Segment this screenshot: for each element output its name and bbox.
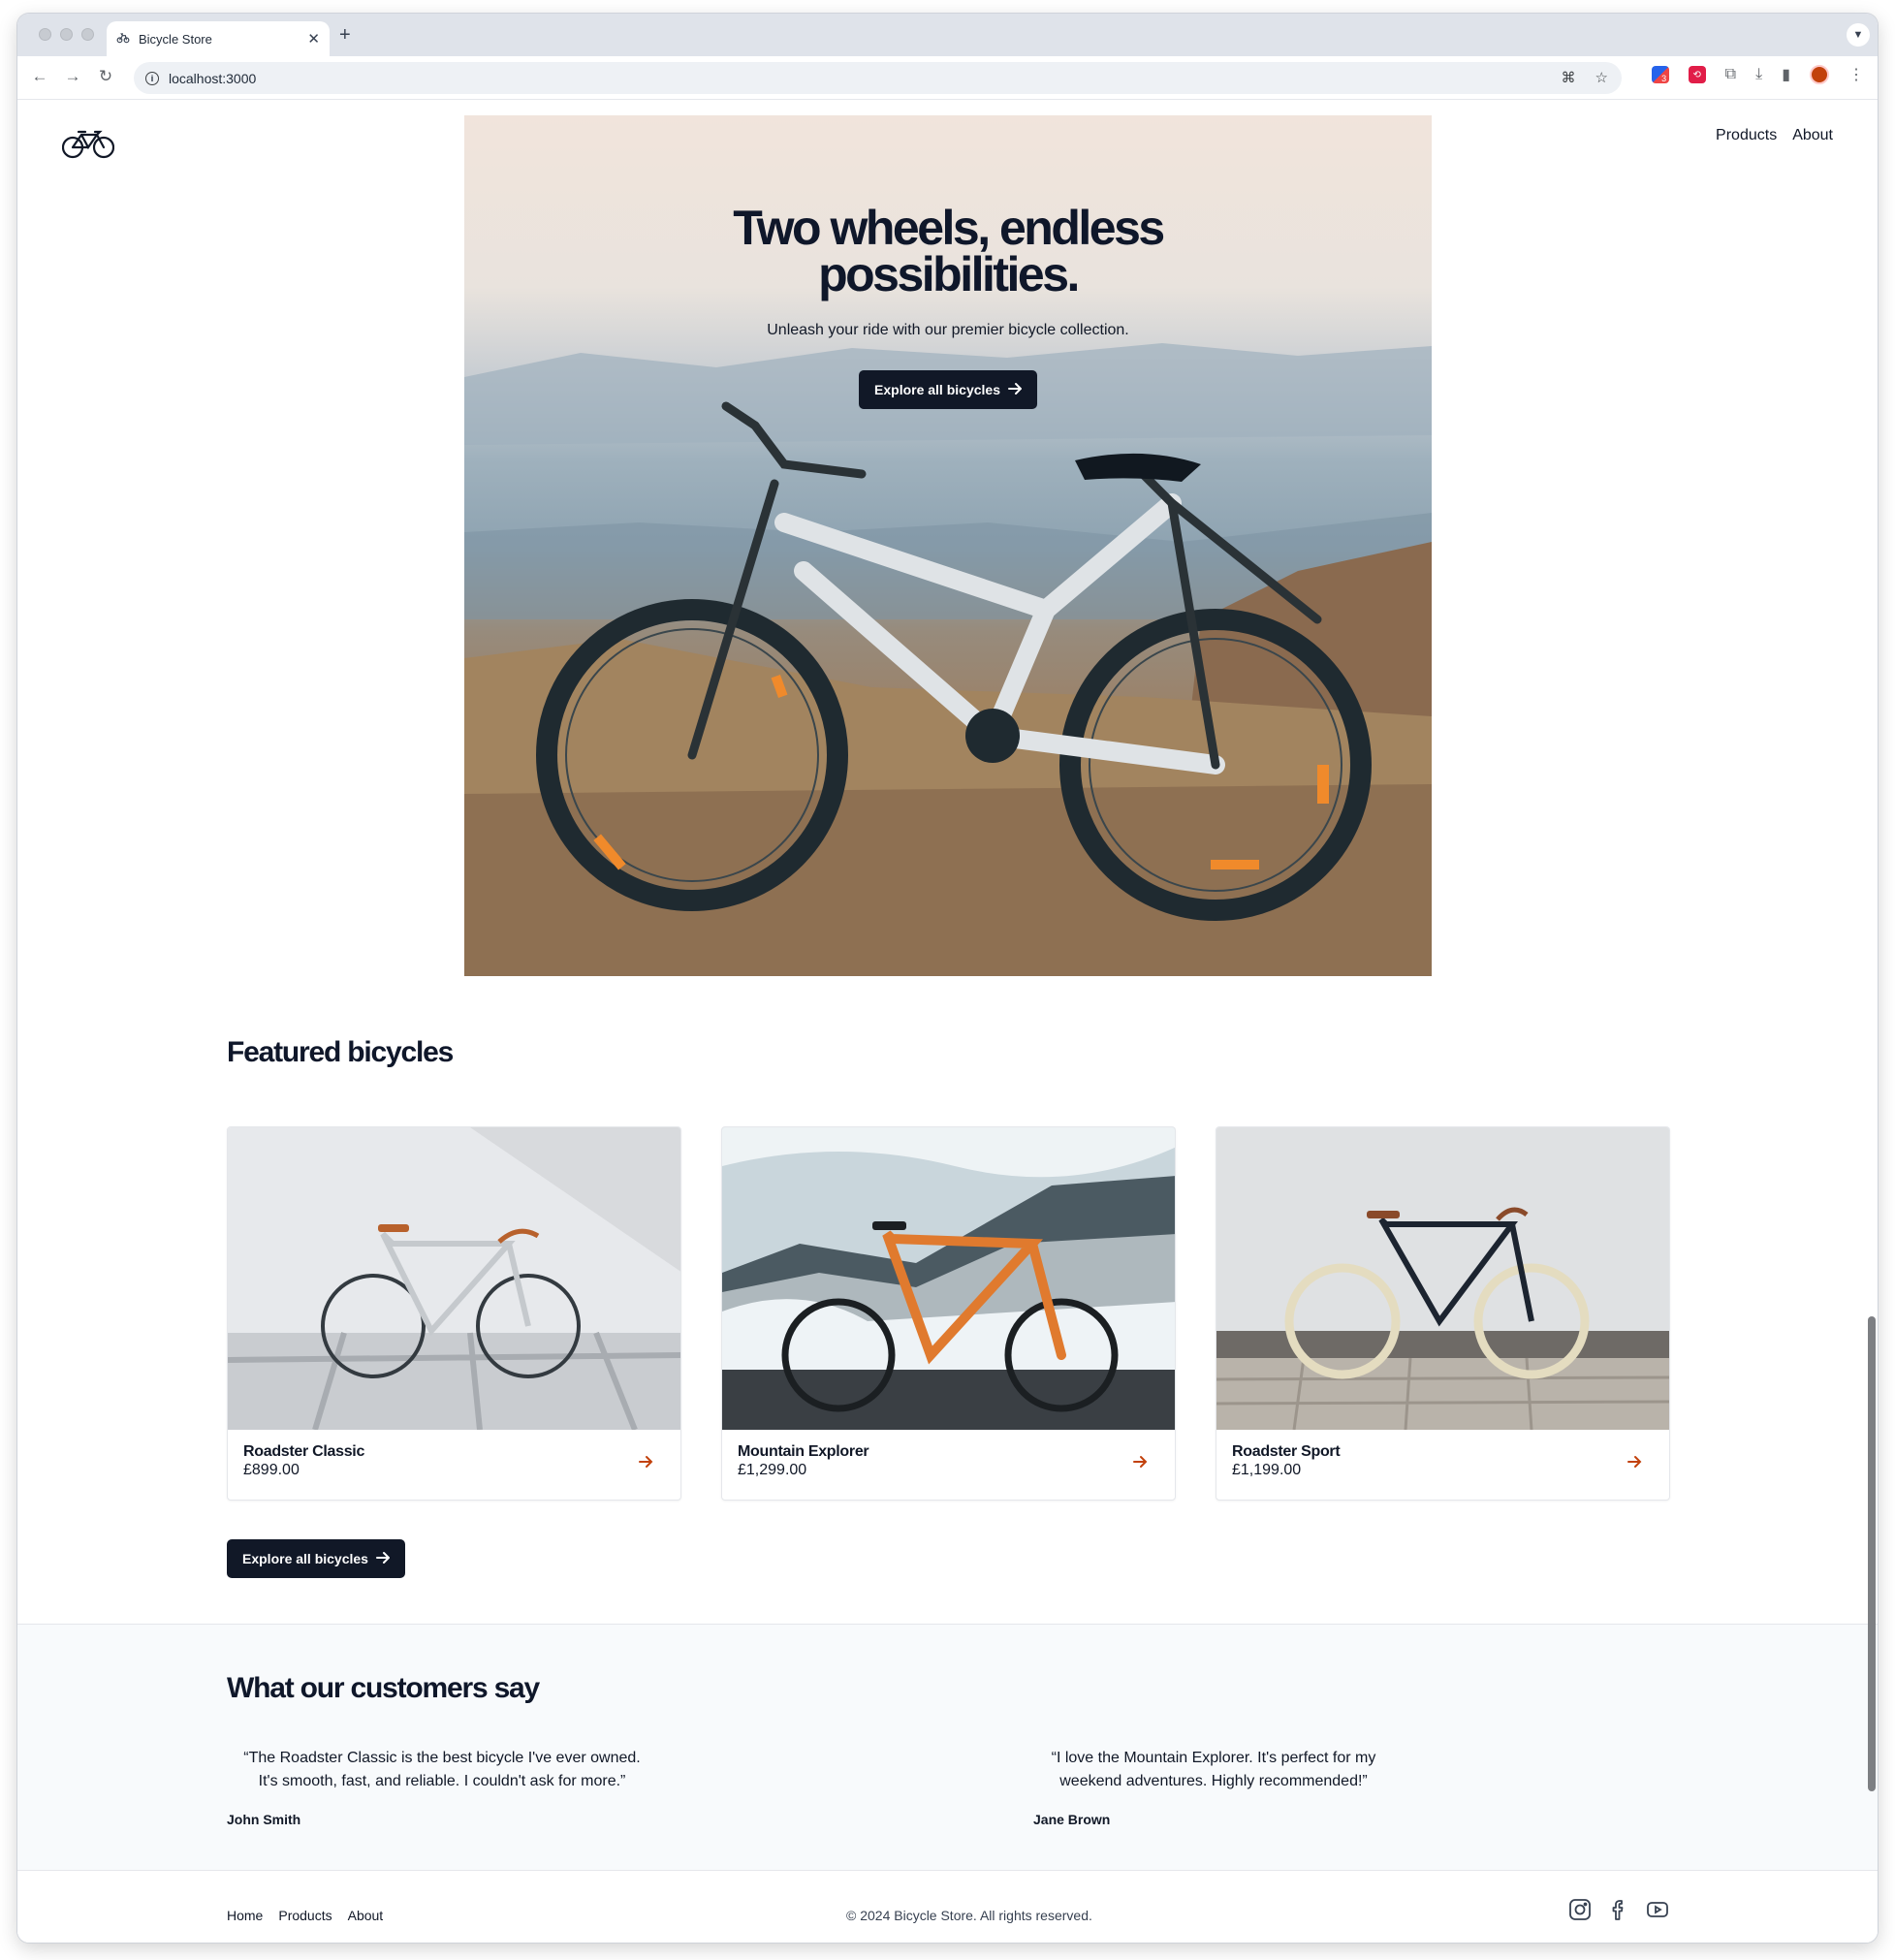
nav-about-link[interactable]: About bbox=[1792, 127, 1833, 144]
product-card[interactable]: Roadster Classic £899.00 bbox=[227, 1126, 681, 1501]
extension-icon[interactable]: 3 bbox=[1651, 66, 1669, 83]
bookmark-star-icon[interactable]: ☆ bbox=[1595, 69, 1608, 86]
translate-icon[interactable]: ⌘ bbox=[1562, 69, 1576, 86]
testimonials-section: What our customers say “The Roadster Cla… bbox=[17, 1624, 1878, 1870]
forward-arrow-icon[interactable]: → bbox=[62, 67, 83, 86]
arrow-right-icon bbox=[1007, 382, 1023, 398]
copyright-text: © 2024 Bicycle Store. All rights reserve… bbox=[846, 1908, 1092, 1923]
featured-explore-button[interactable]: Explore all bicycles bbox=[227, 1539, 405, 1578]
footer-about-link[interactable]: About bbox=[348, 1908, 384, 1923]
tab-bar: Bicycle Store ✕ + ▼ bbox=[17, 14, 1878, 56]
extension-area: 3 ⟲ ⧉ ⤓ ▮ ⋮ bbox=[1651, 65, 1864, 84]
product-price: £1,299.00 bbox=[738, 1462, 807, 1478]
back-arrow-icon[interactable]: ← bbox=[29, 67, 50, 86]
arrow-right-icon[interactable] bbox=[1133, 1455, 1148, 1473]
quote-line: weekend adventures. Highly recommended!” bbox=[1059, 1773, 1368, 1789]
site-footer: Home Products About © 2024 Bicycle Store… bbox=[17, 1870, 1878, 1943]
hero-explore-button[interactable]: Explore all bicycles bbox=[859, 370, 1037, 409]
sidepanel-icon[interactable]: ▮ bbox=[1782, 65, 1790, 84]
kebab-menu-icon[interactable]: ⋮ bbox=[1848, 65, 1864, 84]
hero-subtitle: Unleash your ride with our premier bicyc… bbox=[767, 322, 1129, 338]
close-tab-icon[interactable]: ✕ bbox=[307, 30, 320, 47]
browser-tab[interactable]: Bicycle Store ✕ bbox=[107, 21, 330, 56]
url-text: localhost:3000 bbox=[169, 70, 257, 86]
product-price: £899.00 bbox=[243, 1462, 300, 1478]
arrow-right-icon bbox=[375, 1551, 391, 1567]
product-name: Roadster Sport bbox=[1232, 1443, 1341, 1460]
browser-toolbar: ← → ↻ i localhost:3000 ⌘ ☆ 3 ⟲ ⧉ ⤓ ▮ ⋮ bbox=[17, 56, 1878, 100]
page-scrollbar[interactable] bbox=[1868, 1316, 1876, 1791]
product-card[interactable]: Roadster Sport £1,199.00 bbox=[1216, 1126, 1670, 1501]
extension-2-icon[interactable]: ⟲ bbox=[1688, 66, 1706, 83]
tab-search-chevron-icon[interactable]: ▼ bbox=[1847, 23, 1870, 47]
quote-line: “The Roadster Classic is the best bicycl… bbox=[243, 1750, 641, 1766]
testimonials-heading: What our customers say bbox=[227, 1672, 540, 1704]
product-image bbox=[1216, 1127, 1669, 1430]
arrow-right-icon[interactable] bbox=[639, 1455, 653, 1473]
browser-window: Bicycle Store ✕ + ▼ ← → ↻ i localhost:30… bbox=[17, 14, 1878, 1943]
puzzle-extensions-icon[interactable]: ⧉ bbox=[1725, 66, 1736, 83]
product-info: Roadster Classic £899.00 bbox=[228, 1430, 680, 1500]
testimonial-quote: “The Roadster Classic is the best bicycl… bbox=[219, 1747, 665, 1793]
featured-product-list: Roadster Classic £899.00 Mountain Explor… bbox=[227, 1126, 1670, 1501]
product-info: Roadster Sport £1,199.00 bbox=[1216, 1430, 1669, 1500]
page-viewport: Products About Two wheels, endless possi… bbox=[17, 100, 1878, 1943]
featured-heading: Featured bicycles bbox=[227, 1036, 454, 1068]
featured-explore-label: Explore all bicycles bbox=[242, 1551, 368, 1566]
product-name: Mountain Explorer bbox=[738, 1443, 869, 1460]
site-info-icon[interactable]: i bbox=[145, 71, 159, 85]
quote-line: It's smooth, fast, and reliable. I could… bbox=[258, 1773, 626, 1789]
close-window-button[interactable] bbox=[39, 28, 51, 41]
product-info: Mountain Explorer £1,299.00 bbox=[722, 1430, 1175, 1500]
product-image bbox=[722, 1127, 1175, 1430]
profile-avatar[interactable] bbox=[1810, 65, 1829, 84]
quote-line: “I love the Mountain Explorer. It's perf… bbox=[1051, 1750, 1376, 1766]
instagram-icon[interactable] bbox=[1568, 1898, 1592, 1926]
new-tab-button[interactable]: + bbox=[339, 24, 351, 47]
download-icon[interactable]: ⤓ bbox=[1755, 66, 1762, 83]
product-image bbox=[228, 1127, 680, 1430]
footer-nav: Home Products About bbox=[227, 1908, 383, 1923]
bicycle-icon bbox=[116, 31, 130, 47]
footer-home-link[interactable]: Home bbox=[227, 1908, 263, 1923]
reload-icon[interactable]: ↻ bbox=[95, 67, 116, 86]
main-nav: Products About bbox=[1716, 127, 1833, 144]
arrow-right-icon[interactable] bbox=[1627, 1455, 1642, 1473]
tab-title: Bicycle Store bbox=[139, 31, 212, 47]
testimonial-author: John Smith bbox=[227, 1812, 301, 1827]
hero-title-line2: possibilities. bbox=[818, 247, 1080, 301]
social-links bbox=[1568, 1898, 1669, 1926]
bicycle-logo-icon[interactable] bbox=[61, 127, 115, 165]
maximize-window-button[interactable] bbox=[81, 28, 94, 41]
address-bar[interactable]: i localhost:3000 ⌘ ☆ bbox=[134, 62, 1622, 94]
window-controls bbox=[39, 28, 94, 41]
testimonial-author: Jane Brown bbox=[1033, 1812, 1111, 1827]
hero-section: Two wheels, endless possibilities. Unlea… bbox=[464, 115, 1432, 976]
youtube-icon[interactable] bbox=[1646, 1898, 1669, 1926]
hero-heading: Two wheels, endless possibilities. bbox=[464, 204, 1432, 301]
product-price: £1,199.00 bbox=[1232, 1462, 1302, 1478]
facebook-icon[interactable] bbox=[1607, 1898, 1630, 1926]
hero-explore-label: Explore all bicycles bbox=[874, 382, 1000, 397]
product-name: Roadster Classic bbox=[243, 1443, 365, 1460]
product-card[interactable]: Mountain Explorer £1,299.00 bbox=[721, 1126, 1176, 1501]
minimize-window-button[interactable] bbox=[60, 28, 73, 41]
footer-products-link[interactable]: Products bbox=[278, 1908, 332, 1923]
nav-products-link[interactable]: Products bbox=[1716, 127, 1777, 144]
testimonial-quote: “I love the Mountain Explorer. It's perf… bbox=[991, 1747, 1437, 1793]
